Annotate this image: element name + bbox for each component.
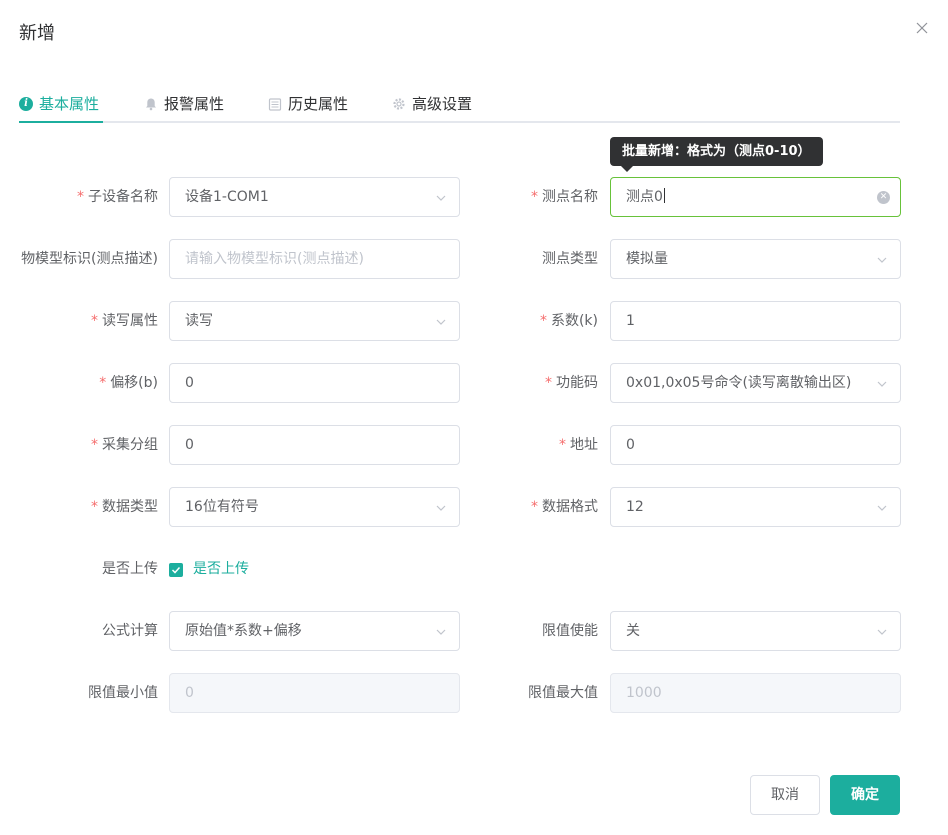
tab-history[interactable]: 历史属性 <box>268 86 348 121</box>
close-icon[interactable] <box>913 19 931 37</box>
bell-icon <box>146 98 156 110</box>
tab-bar: i 基本属性 报警属性 历史属性 高级设置 <box>19 86 900 123</box>
tab-active-indicator <box>19 121 103 123</box>
limit-max-input: 1000 <box>610 673 901 713</box>
chevron-down-icon <box>877 257 887 263</box>
limit-min-label: 限值最小值 <box>88 685 158 701</box>
collect-group-input[interactable]: 0 <box>169 425 460 465</box>
model-identifier-label: 物模型标识(测点描述) <box>21 251 158 267</box>
offset-label: * 偏移(b) <box>99 375 158 391</box>
offset-input[interactable]: 0 <box>169 363 460 403</box>
upload-checkbox-label[interactable]: 是否上传 <box>193 559 249 579</box>
coefficient-input[interactable]: 1 <box>610 301 901 341</box>
form-row: 是否上传 <box>0 549 948 589</box>
tab-alarm[interactable]: 报警属性 <box>144 86 224 121</box>
confirm-button[interactable]: 确定 <box>830 775 900 815</box>
function-code-label: * 功能码 <box>545 375 598 391</box>
point-name-input[interactable]: 测点0 ✕ <box>610 177 901 217</box>
required-mark: * <box>531 499 538 515</box>
data-format-select[interactable]: 12 <box>610 487 901 527</box>
form-row: * 数据类型 16位有符号 * 数据格式 12 <box>0 487 948 527</box>
limit-enable-select[interactable]: 关 <box>610 611 901 651</box>
tab-advanced[interactable]: 高级设置 <box>392 86 472 121</box>
form-row: 物模型标识(测点描述) 请输入物模型标识(测点描述) 测点类型 模拟量 <box>0 239 948 279</box>
upload-checkbox[interactable] <box>169 563 183 577</box>
required-mark: * <box>77 189 84 205</box>
form-row: * 采集分组 0 * 地址 0 <box>0 425 948 465</box>
chevron-down-icon <box>877 505 887 511</box>
form-row: 限值最小值 0 限值最大值 1000 <box>0 673 948 713</box>
address-label: * 地址 <box>559 437 598 453</box>
dialog-title: 新增 <box>19 23 55 44</box>
info-icon: i <box>19 96 33 111</box>
required-mark: * <box>91 313 98 329</box>
clear-icon[interactable]: ✕ <box>877 191 890 204</box>
required-mark: * <box>91 437 98 453</box>
function-code-select[interactable]: 0x01,0x05号命令(读写离散输出区) <box>610 363 901 403</box>
text-caret <box>663 188 665 203</box>
chevron-down-icon <box>877 381 887 387</box>
collect-group-label: * 采集分组 <box>91 437 158 453</box>
address-input[interactable]: 0 <box>610 425 901 465</box>
tooltip-arrow <box>621 166 633 172</box>
form-row: * 偏移(b) 0 * 功能码 0x01,0x05号命令(读写离散输出区) <box>0 363 948 403</box>
formula-select[interactable]: 原始值*系数+偏移 <box>169 611 460 651</box>
limit-max-label: 限值最大值 <box>528 685 598 701</box>
limit-enable-label: 限值使能 <box>542 623 598 639</box>
required-mark: * <box>559 437 566 453</box>
calendar-icon <box>268 97 282 111</box>
tab-label: 高级设置 <box>412 95 473 113</box>
tab-label: 报警属性 <box>164 95 225 113</box>
data-type-label: * 数据类型 <box>91 499 158 515</box>
required-mark: * <box>539 313 547 329</box>
sub-device-name-select[interactable]: 设备1-COM1 <box>169 177 460 217</box>
required-mark: * <box>531 189 538 205</box>
data-format-label: * 数据格式 <box>531 499 598 515</box>
formula-label: 公式计算 <box>102 623 158 639</box>
coefficient-label: * 系数(k) <box>539 313 598 329</box>
tab-label: 历史属性 <box>288 95 349 113</box>
limit-min-input: 0 <box>169 673 460 713</box>
required-mark: * <box>545 375 552 391</box>
point-type-select[interactable]: 模拟量 <box>610 239 901 279</box>
sub-device-name-label: * 子设备名称 <box>77 189 158 205</box>
form-row: * 读写属性 读写 * 系数(k) 1 <box>0 301 948 341</box>
form-row: 公式计算 原始值*系数+偏移 限值使能 关 <box>0 611 948 651</box>
gear-icon <box>393 97 405 110</box>
model-identifier-input[interactable]: 请输入物模型标识(测点描述) <box>169 239 460 279</box>
point-type-label: 测点类型 <box>542 251 598 267</box>
tab-basic[interactable]: i 基本属性 <box>19 86 99 121</box>
required-mark: * <box>99 375 107 391</box>
form-row: * 子设备名称 设备1-COM1 * 测点名称 测点0 ✕ <box>0 177 948 217</box>
batch-add-tooltip: 批量新增：格式为（测点0-10） <box>610 137 823 166</box>
point-name-label: * 测点名称 <box>531 189 598 205</box>
chevron-down-icon <box>877 629 887 635</box>
tab-label: 基本属性 <box>39 95 100 113</box>
check-icon <box>171 566 181 574</box>
required-mark: * <box>91 499 98 515</box>
cancel-button[interactable]: 取消 <box>750 775 820 815</box>
data-type-select[interactable]: 16位有符号 <box>169 487 460 527</box>
upload-label: 是否上传 <box>102 561 158 577</box>
rw-attr-select[interactable]: 读写 <box>169 301 460 341</box>
rw-attr-label: * 读写属性 <box>91 313 158 329</box>
